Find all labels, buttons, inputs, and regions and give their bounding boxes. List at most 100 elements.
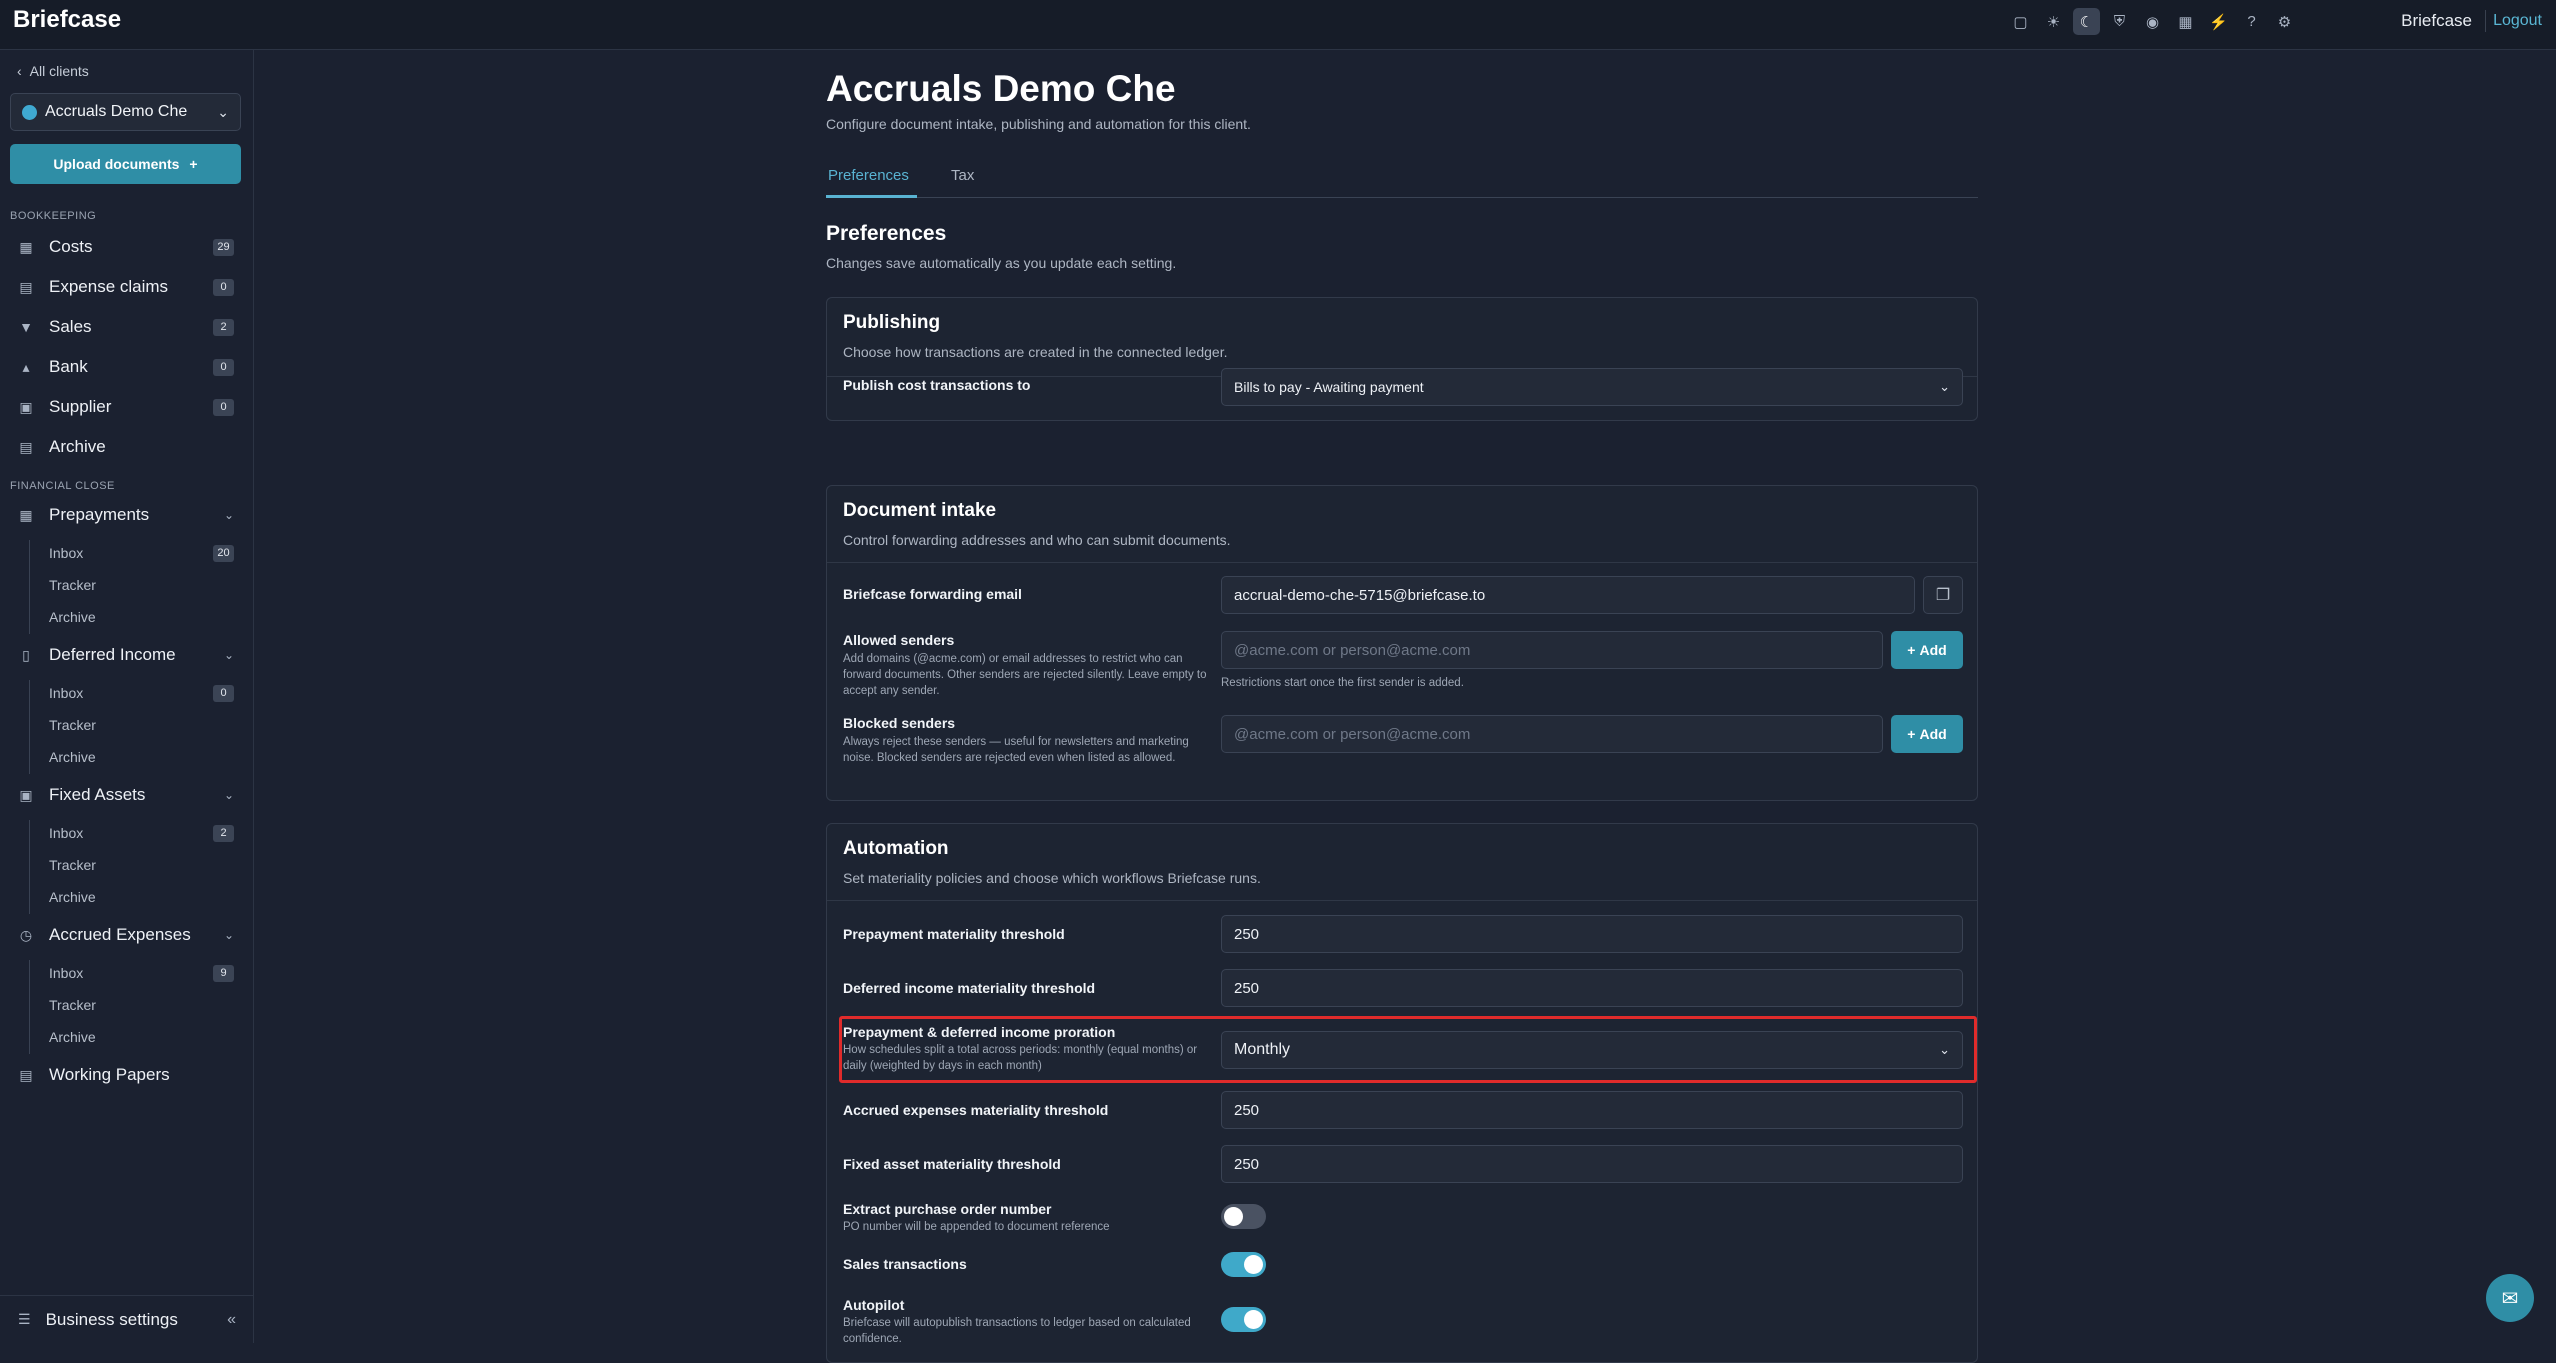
allowed-senders-label: Allowed senders xyxy=(843,632,955,648)
allowed-senders-input[interactable]: @acme.com or person@acme.com xyxy=(1221,631,1883,669)
business-settings-link[interactable]: ☰ Business settings « xyxy=(0,1295,254,1343)
bar-chart-icon: ▯ xyxy=(22,646,30,663)
sidebar-subitem-tracker[interactable]: Tracker xyxy=(49,993,234,1017)
sidebar-item-label: Expense claims xyxy=(49,277,169,296)
sidebar-subitem-inbox[interactable]: Inbox 2 xyxy=(49,821,234,845)
sidebar-item-archive[interactable]: ▤ Archive xyxy=(18,432,234,462)
sidebar-item-accrued-expenses[interactable]: ◷ Accrued Expenses ⌄ xyxy=(18,920,234,950)
bookkeeping-header: BOOKKEEPING xyxy=(10,210,97,222)
extract-po-toggle[interactable] xyxy=(1221,1204,1266,1229)
subitem-label: Archive xyxy=(49,889,96,905)
card-title: Publishing xyxy=(843,312,941,333)
autopilot-toggle[interactable] xyxy=(1221,1307,1266,1332)
deferred-income-threshold-label: Deferred income materiality threshold xyxy=(843,980,1096,996)
accrued-expenses-threshold-input[interactable]: 250 xyxy=(1221,1091,1963,1129)
count-badge: 0 xyxy=(213,684,234,702)
accrued-expenses-threshold-label: Accrued expenses materiality threshold xyxy=(843,1102,1109,1118)
tab-preferences[interactable]: Preferences xyxy=(828,167,909,184)
prepayment-threshold-input[interactable]: 250 xyxy=(1221,915,1963,953)
subitem-label: Inbox xyxy=(49,965,84,981)
sidebar-item-label: Costs xyxy=(49,237,93,256)
card-subtitle: Control forwarding addresses and who can… xyxy=(843,532,1231,548)
financial-close-header: FINANCIAL CLOSE xyxy=(10,480,115,492)
add-label: Add xyxy=(1919,726,1947,742)
count-badge: 29 xyxy=(213,238,234,256)
sidebar-item-prepayments[interactable]: ▦ Prepayments ⌄ xyxy=(18,500,234,530)
sidebar-item-label: Prepayments xyxy=(49,505,150,524)
sidebar-item-expense-claims[interactable]: ▤ Expense claims 0 xyxy=(18,272,234,302)
sidebar-item-working-papers[interactable]: ▤ Working Papers xyxy=(18,1060,234,1090)
copy-icon: ❐ xyxy=(1935,587,1951,604)
count-badge: 2 xyxy=(213,318,234,336)
sidebar-item-supplier[interactable]: ▣ Supplier 0 xyxy=(18,392,234,422)
collapse-sidebar-icon[interactable]: « xyxy=(227,1311,236,1329)
sidebar-subitem-inbox[interactable]: Inbox 20 xyxy=(49,541,234,565)
all-clients-link[interactable]: ‹ All clients xyxy=(17,63,89,79)
sidebar-subitem-inbox[interactable]: Inbox 0 xyxy=(49,681,234,705)
calculator-icon[interactable]: ▦ xyxy=(2172,8,2199,35)
sales-transactions-toggle[interactable] xyxy=(1221,1252,1266,1277)
supplier-icon: ▣ xyxy=(19,398,33,415)
sidebar-subitem-archive[interactable]: Archive xyxy=(49,605,234,629)
moon-icon[interactable]: ☾ xyxy=(2073,8,2100,35)
page-title: Accruals Demo Che xyxy=(826,68,1176,109)
sidebar-subitem-inbox[interactable]: Inbox 9 xyxy=(49,961,234,985)
sidebar-subitem-tracker[interactable]: Tracker xyxy=(49,573,234,597)
subitem-label: Archive xyxy=(49,749,96,765)
publish-cost-select[interactable]: Bills to pay - Awaiting payment ⌄ xyxy=(1221,368,1963,406)
sidebar-item-fixed-assets[interactable]: ▣ Fixed Assets ⌄ xyxy=(18,780,234,810)
subitem-label: Tracker xyxy=(49,717,96,733)
top-bar: Briefcase ▢ ☀ ☾ ⛨ ◉ ▦ ⚡ ? ⚙ Briefcase Lo… xyxy=(0,0,2556,50)
help-icon[interactable]: ? xyxy=(2238,8,2265,35)
sidebar-item-label: Bank xyxy=(49,357,88,376)
select-value: Monthly xyxy=(1234,1041,1291,1058)
upload-documents-button[interactable]: Upload documents + xyxy=(10,144,241,184)
chevron-down-icon: ⌄ xyxy=(217,103,229,120)
card-subtitle: Set materiality policies and choose whic… xyxy=(843,870,1261,886)
add-allowed-sender-button[interactable]: + Add xyxy=(1891,631,1963,669)
sidebar-subitem-archive[interactable]: Archive xyxy=(49,1025,234,1049)
sidebar-subitem-tracker[interactable]: Tracker xyxy=(49,853,234,877)
sidebar-item-deferred-income[interactable]: ▯ Deferred Income ⌄ xyxy=(18,640,234,670)
sidebar: ‹ All clients Accruals Demo Che ⌄ Upload… xyxy=(0,50,254,1343)
sidebar-item-label: Sales xyxy=(49,317,92,336)
section-subtitle: Changes save automatically as you update… xyxy=(826,255,1177,271)
org-name[interactable]: Briefcase xyxy=(2401,11,2472,31)
tab-tax[interactable]: Tax xyxy=(951,167,974,184)
sidebar-item-sales[interactable]: ▼ Sales 2 xyxy=(18,312,234,342)
input-value: 250 xyxy=(1234,979,1260,997)
sidebar-item-label: Supplier xyxy=(49,397,112,416)
add-blocked-sender-button[interactable]: + Add xyxy=(1891,715,1963,753)
sidebar-item-label: Archive xyxy=(49,437,106,456)
deferred-income-threshold-input[interactable]: 250 xyxy=(1221,969,1963,1007)
monitor-icon[interactable]: ▢ xyxy=(2007,8,2034,35)
logout-link[interactable]: Logout xyxy=(2493,12,2542,30)
sidebar-subitem-archive[interactable]: Archive xyxy=(49,745,234,769)
top-toolbar: ▢ ☀ ☾ ⛨ ◉ ▦ ⚡ ? ⚙ xyxy=(2007,8,2298,35)
app-logo[interactable]: Briefcase xyxy=(13,6,121,34)
sidebar-item-bank[interactable]: ▴ Bank 0 xyxy=(18,352,234,382)
sidebar-item-label: Working Papers xyxy=(49,1065,170,1084)
circle-icon[interactable]: ◉ xyxy=(2139,8,2166,35)
chat-launcher-button[interactable]: ✉ xyxy=(2486,1274,2534,1322)
shield-icon[interactable]: ⛨ xyxy=(2106,8,2133,35)
receipt-icon: ▦ xyxy=(19,238,33,255)
copy-email-button[interactable]: ❐ xyxy=(1923,576,1963,614)
count-badge: 9 xyxy=(213,964,234,982)
proration-select[interactable]: Monthly ⌄ xyxy=(1221,1031,1963,1069)
sidebar-item-costs[interactable]: ▦ Costs 29 xyxy=(18,232,234,262)
gear-icon[interactable]: ⚙ xyxy=(2271,8,2298,35)
sun-icon[interactable]: ☀ xyxy=(2040,8,2067,35)
fixed-asset-threshold-input[interactable]: 250 xyxy=(1221,1145,1963,1183)
plus-icon: + xyxy=(1907,642,1916,658)
tree-line xyxy=(29,680,30,774)
all-clients-label: All clients xyxy=(29,63,89,79)
sidebar-subitem-tracker[interactable]: Tracker xyxy=(49,713,234,737)
sidebar-subitem-archive[interactable]: Archive xyxy=(49,885,234,909)
client-selector[interactable]: Accruals Demo Che ⌄ xyxy=(10,93,241,131)
extract-po-help: PO number will be appended to document r… xyxy=(843,1221,1110,1233)
forwarding-email-field[interactable]: accrual-demo-che-5715@briefcase.to xyxy=(1221,576,1915,614)
bolt-icon[interactable]: ⚡ xyxy=(2205,8,2232,35)
blocked-senders-input[interactable]: @acme.com or person@acme.com xyxy=(1221,715,1883,753)
sales-transactions-label: Sales transactions xyxy=(843,1256,967,1272)
